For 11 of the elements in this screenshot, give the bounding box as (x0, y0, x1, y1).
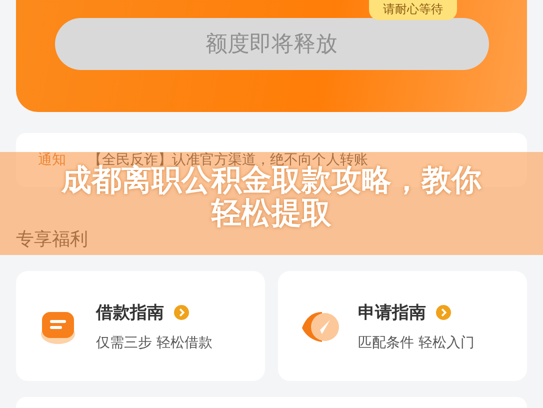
wait-badge: 请耐心等待 (369, 0, 457, 20)
card-subtitle: 仅需三步 轻松借款 (96, 334, 212, 352)
notice-tag: 通知 (38, 151, 66, 169)
card-title: 申请指南 (358, 302, 426, 324)
chevron-icon (436, 304, 451, 320)
card-title: 借款指南 (96, 302, 164, 324)
section-title: 专享福利 (16, 228, 88, 251)
guide-card[interactable]: 申请指南 匹配条件 轻松入门 (278, 271, 527, 381)
guide-card[interactable]: 借款指南 仅需三步 轻松借款 (16, 271, 265, 381)
chevron-icon (174, 304, 189, 320)
card-subtitle: 匹配条件 轻松入门 (358, 334, 474, 352)
